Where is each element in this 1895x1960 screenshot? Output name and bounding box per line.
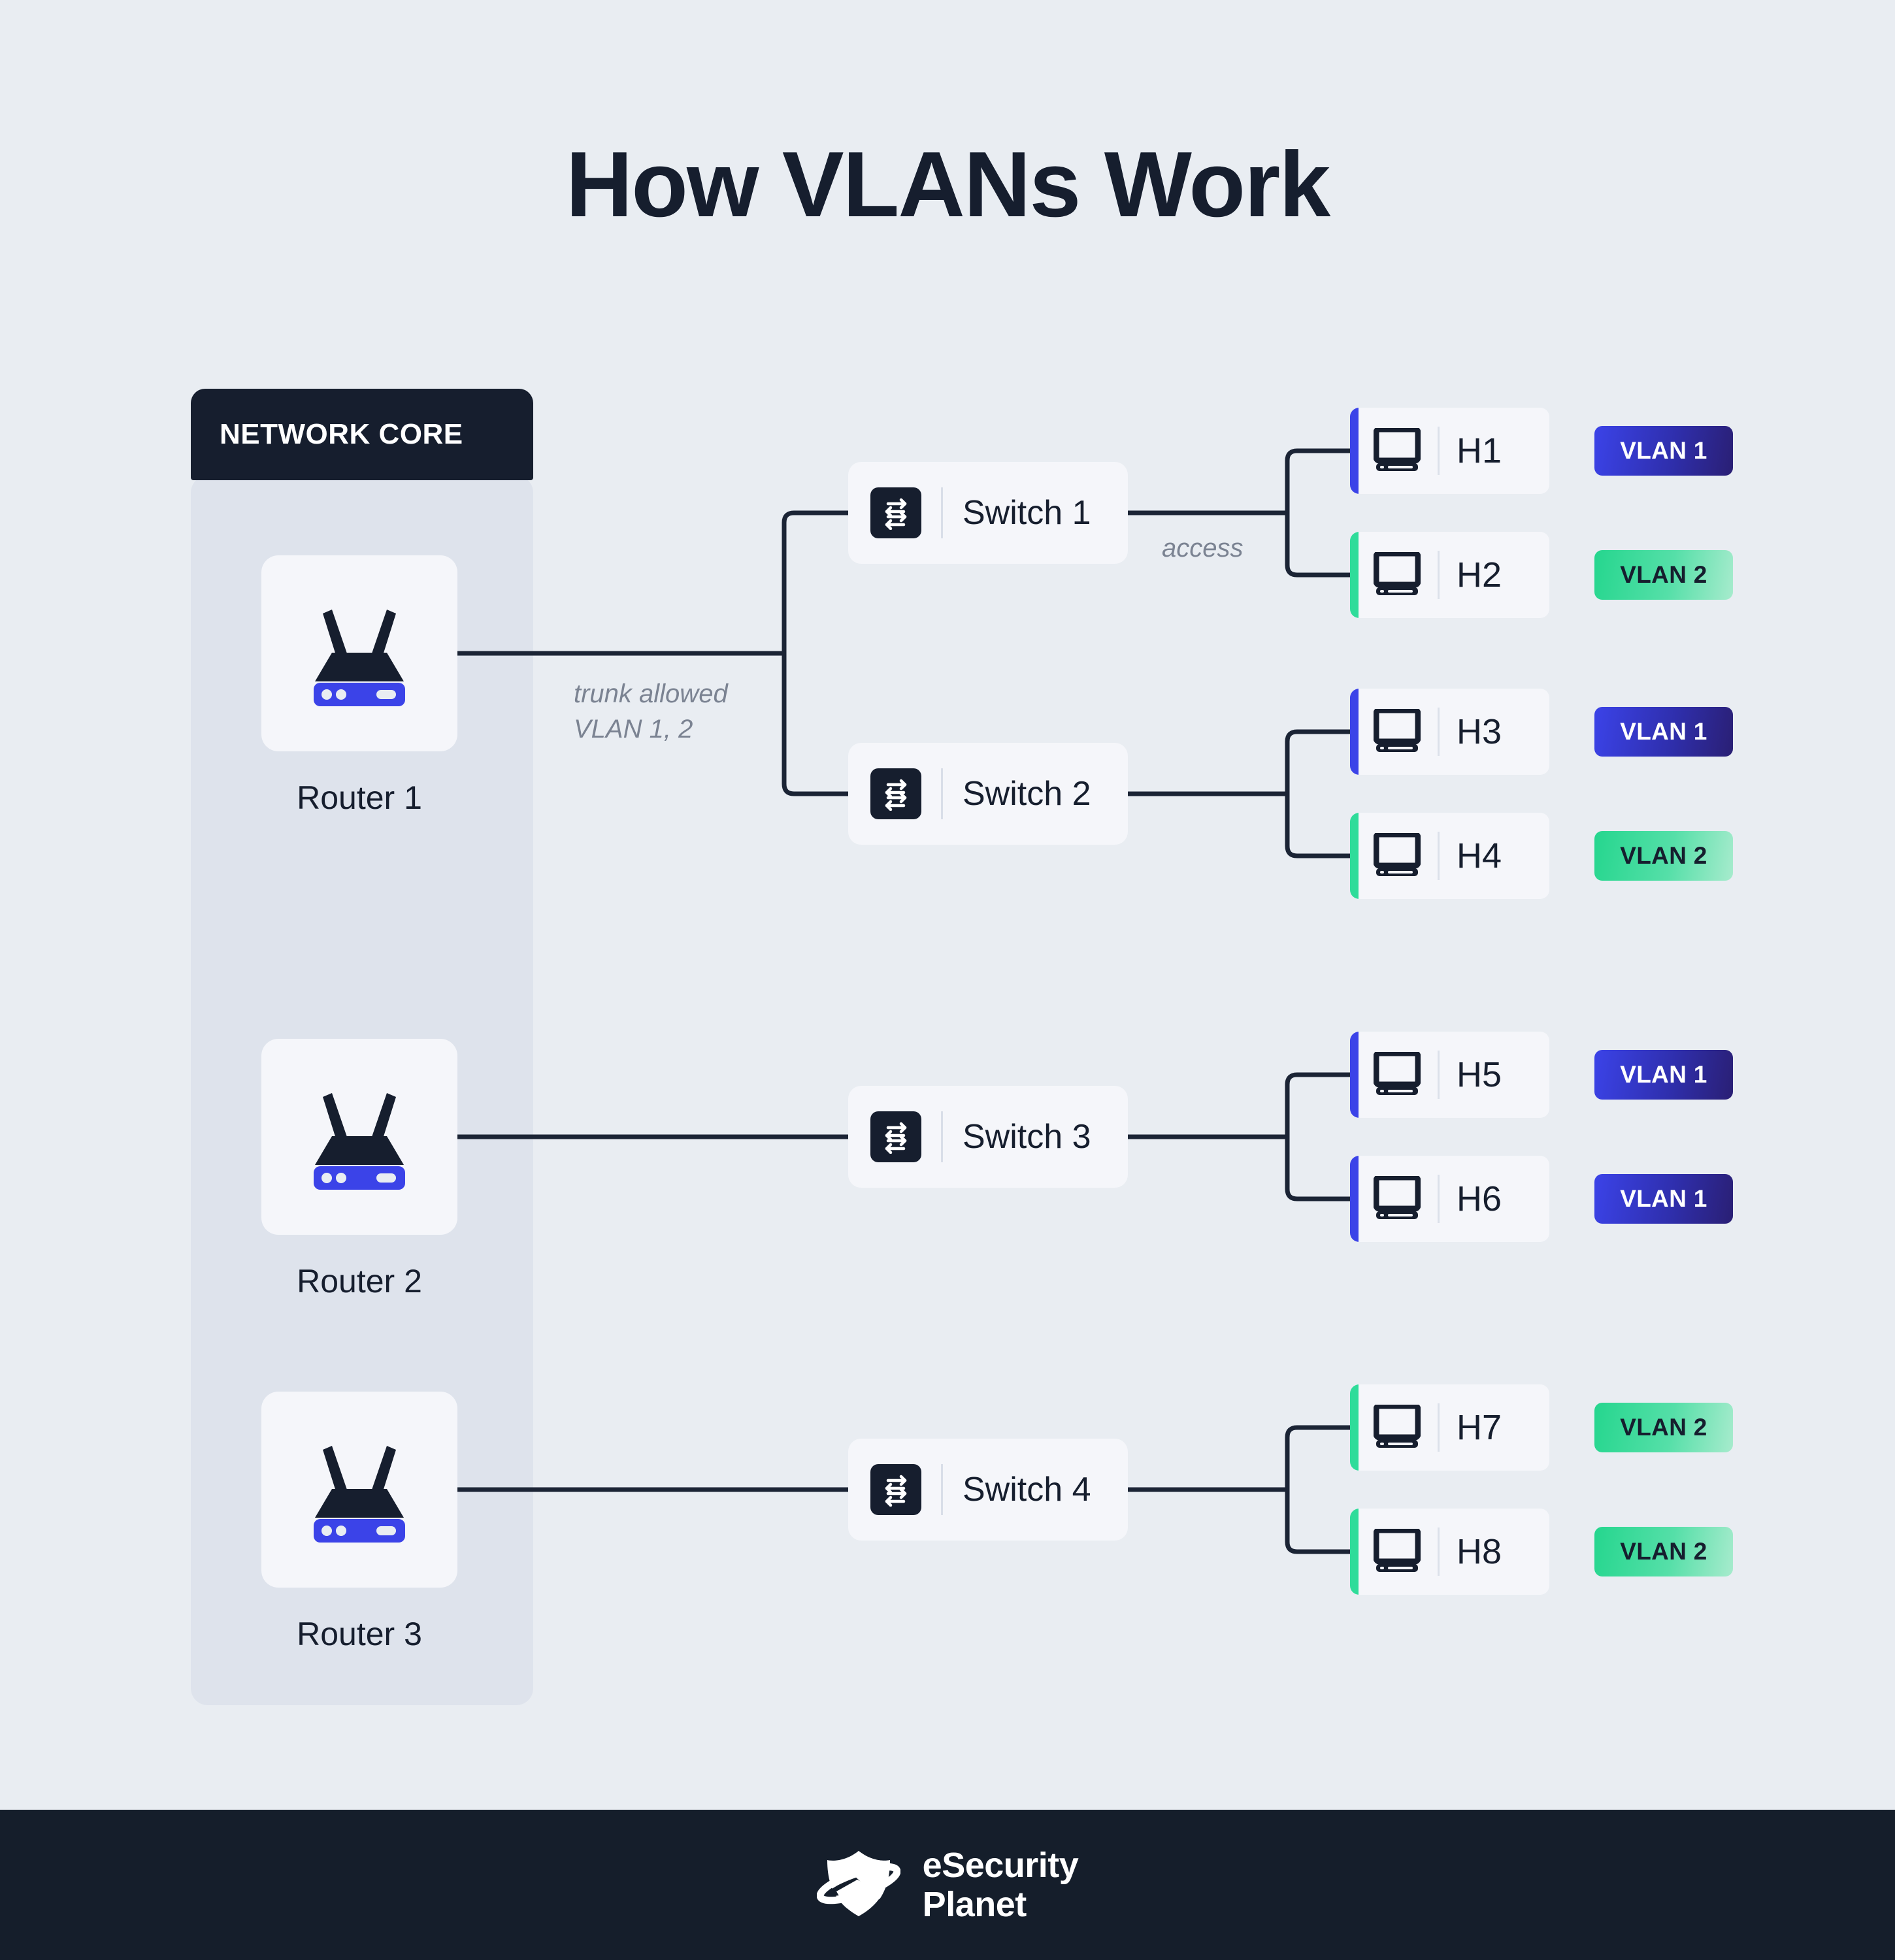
- divider: [941, 768, 943, 819]
- vlan-accent-bar: [1350, 408, 1359, 494]
- switch-label-2: Switch 2: [963, 775, 1091, 813]
- divider: [1438, 832, 1440, 880]
- network-core-label: NETWORK CORE: [220, 418, 463, 450]
- switch-card-3[interactable]: Switch 3: [848, 1086, 1128, 1188]
- vlan-accent-bar: [1350, 532, 1359, 618]
- link-spine-h3: [1285, 729, 1350, 794]
- router-card-3[interactable]: [261, 1392, 457, 1588]
- host-card-h3[interactable]: H3: [1350, 689, 1549, 775]
- switch-exchange-icon: [870, 768, 921, 819]
- edge-label-access: access: [1162, 534, 1244, 563]
- divider: [1438, 708, 1440, 756]
- host-label-h5: H5: [1457, 1055, 1502, 1094]
- host-card-h8[interactable]: H8: [1350, 1509, 1549, 1595]
- link-spine-h8: [1285, 1490, 1350, 1554]
- router-card-2[interactable]: [261, 1039, 457, 1235]
- switch-label-4: Switch 4: [963, 1471, 1091, 1509]
- divider: [1438, 551, 1440, 599]
- link-spine-h6: [1285, 1137, 1350, 1201]
- vlan-badge-h1: VLAN 1: [1594, 426, 1733, 476]
- vlan-accent-bar: [1350, 1384, 1359, 1471]
- host-card-h7[interactable]: H7: [1350, 1384, 1549, 1471]
- host-label-h7: H7: [1457, 1408, 1502, 1447]
- computer-icon: [1373, 1050, 1421, 1098]
- footer-bar: eSecurity Planet: [0, 1810, 1895, 1960]
- switch-exchange-icon: [870, 1111, 921, 1162]
- switch-exchange-icon: [870, 487, 921, 538]
- host-label-h3: H3: [1457, 712, 1502, 751]
- host-label-h6: H6: [1457, 1179, 1502, 1218]
- divider: [1438, 1403, 1440, 1452]
- vlan-badge-h2: VLAN 2: [1594, 550, 1733, 600]
- switch-label-3: Switch 3: [963, 1118, 1091, 1156]
- divider: [1438, 1175, 1440, 1223]
- divider: [941, 1464, 943, 1515]
- switch-label-1: Switch 1: [963, 494, 1091, 532]
- vlan-badge-h8: VLAN 2: [1594, 1527, 1733, 1576]
- router-label-1: Router 1: [297, 779, 422, 816]
- switch-card-1[interactable]: Switch 1: [848, 462, 1128, 564]
- host-card-h1[interactable]: H1: [1350, 408, 1549, 494]
- edge-label-trunk: trunk allowed VLAN 1, 2: [574, 679, 728, 743]
- link-spine-h2: [1285, 513, 1350, 578]
- host-card-h6[interactable]: H6: [1350, 1156, 1549, 1242]
- host-label-h4: H4: [1457, 836, 1502, 875]
- vlan-accent-bar: [1350, 1509, 1359, 1595]
- divider: [941, 487, 943, 538]
- footer-brand: eSecurity Planet: [923, 1846, 1079, 1925]
- link-spine-h4: [1285, 794, 1350, 858]
- host-label-h8: H8: [1457, 1532, 1502, 1571]
- vlan-accent-bar: [1350, 1032, 1359, 1118]
- vlan-badge-h4: VLAN 2: [1594, 831, 1733, 881]
- link-spine-h1: [1285, 448, 1350, 513]
- link-spine-h5: [1285, 1072, 1350, 1137]
- computer-icon: [1373, 1174, 1421, 1222]
- link-trunk-switch2: [782, 653, 848, 796]
- host-card-h5[interactable]: H5: [1350, 1032, 1549, 1118]
- vlan-badge-h3: VLAN 1: [1594, 707, 1733, 757]
- page-title: How VLANs Work: [565, 133, 1331, 237]
- host-label-h1: H1: [1457, 431, 1502, 470]
- router-card-1[interactable]: [261, 555, 457, 751]
- divider: [1438, 427, 1440, 475]
- computer-icon: [1373, 426, 1421, 474]
- computer-icon: [1373, 1527, 1421, 1575]
- divider: [1438, 1527, 1440, 1576]
- vlan-accent-bar: [1350, 813, 1359, 899]
- vlan-accent-bar: [1350, 689, 1359, 775]
- footer-brand-line2: Planet: [922, 1885, 1027, 1924]
- vlan-badge-h7: VLAN 2: [1594, 1403, 1733, 1452]
- vlan-badge-h5: VLAN 1: [1594, 1050, 1733, 1100]
- host-card-h2[interactable]: H2: [1350, 532, 1549, 618]
- switch-exchange-icon: [870, 1464, 921, 1515]
- network-core-header: NETWORK CORE: [191, 389, 533, 480]
- router-label-2: Router 2: [297, 1263, 422, 1299]
- router-icon: [314, 610, 405, 706]
- link-spine-h7: [1285, 1425, 1350, 1490]
- computer-icon: [1373, 707, 1421, 755]
- shield-planet-logo: [816, 1846, 901, 1925]
- footer-brand-line1: eSecurity: [922, 1845, 1079, 1885]
- router-icon: [314, 1446, 405, 1543]
- computer-icon: [1373, 550, 1421, 598]
- computer-icon: [1373, 1403, 1421, 1451]
- vlan-badge-h6: VLAN 1: [1594, 1174, 1733, 1224]
- computer-icon: [1373, 831, 1421, 879]
- divider: [1438, 1051, 1440, 1099]
- switch-card-2[interactable]: Switch 2: [848, 743, 1128, 845]
- router-icon: [314, 1093, 405, 1190]
- host-label-h2: H2: [1457, 555, 1502, 595]
- switch-card-4[interactable]: Switch 4: [848, 1439, 1128, 1541]
- router-label-3: Router 3: [297, 1616, 422, 1652]
- host-card-h4[interactable]: H4: [1350, 813, 1549, 899]
- vlan-accent-bar: [1350, 1156, 1359, 1242]
- infographic-canvas: How VLANs Work NETWORK CORE Router 1 Rou…: [0, 0, 1895, 1960]
- link-trunk-switch1: [782, 510, 848, 653]
- divider: [941, 1111, 943, 1162]
